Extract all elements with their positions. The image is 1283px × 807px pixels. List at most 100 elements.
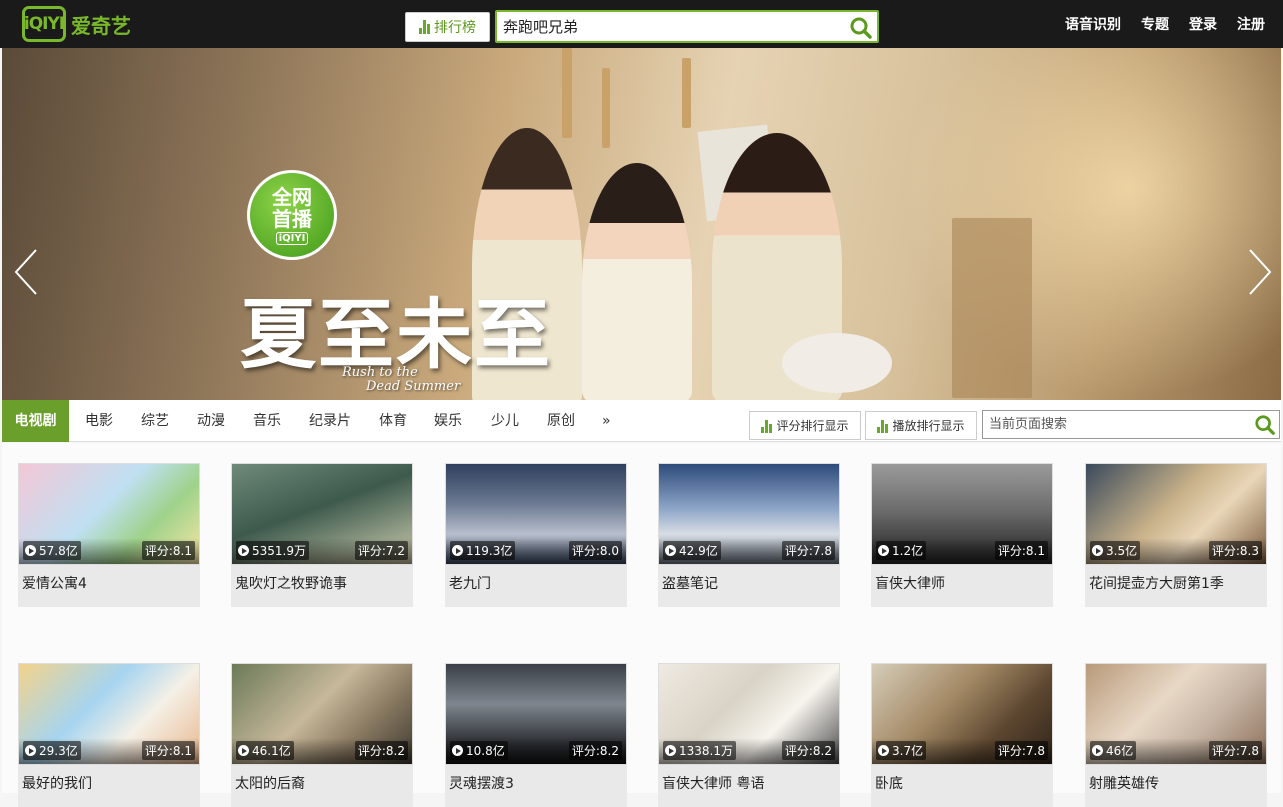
page-search-box bbox=[982, 410, 1280, 439]
play-count: 5351.9万 bbox=[236, 541, 309, 560]
login-link[interactable]: 登录 bbox=[1189, 14, 1217, 34]
play-icon bbox=[25, 745, 36, 756]
rating-sort-button[interactable]: 评分排行显示 bbox=[749, 411, 861, 440]
show-thumbnail: 1.2亿 评分:8.1 bbox=[871, 463, 1053, 565]
tab-kids[interactable]: 少儿 bbox=[491, 400, 519, 442]
badge-line1: 全网 bbox=[272, 184, 312, 209]
chevron-left-icon[interactable] bbox=[14, 248, 38, 296]
play-count: 119.3亿 bbox=[450, 541, 516, 560]
show-thumbnail: 5351.9万 评分:7.2 bbox=[231, 463, 413, 565]
show-card[interactable]: 5351.9万 评分:7.2 鬼吹灯之牧野诡事 bbox=[231, 463, 413, 607]
show-card[interactable]: 29.3亿 评分:8.1 最好的我们 bbox=[18, 663, 200, 807]
rating-badge: 评分:7.2 bbox=[354, 541, 408, 560]
easel-decor bbox=[682, 58, 691, 128]
tab-documentary[interactable]: 纪录片 bbox=[309, 400, 351, 442]
play-icon bbox=[238, 745, 249, 756]
play-sort-button[interactable]: 播放排行显示 bbox=[865, 411, 977, 440]
logo-text: 爱奇艺 bbox=[71, 13, 131, 38]
show-card[interactable]: 46.1亿 评分:8.2 太阳的后裔 bbox=[231, 663, 413, 807]
show-card[interactable]: 42.9亿 评分:7.8 盗墓笔记 bbox=[658, 463, 840, 607]
easel-decor bbox=[562, 48, 572, 138]
rating-badge: 评分:8.3 bbox=[1208, 541, 1262, 560]
play-icon bbox=[878, 545, 889, 556]
show-card[interactable]: 1.2亿 评分:8.1 盲侠大律师 bbox=[871, 463, 1053, 607]
register-link[interactable]: 注册 bbox=[1237, 14, 1265, 34]
show-title[interactable]: 灵魂摆渡3 bbox=[445, 765, 627, 807]
rating-badge: 评分:7.8 bbox=[781, 541, 835, 560]
show-title[interactable]: 花间提壶方大厨第1季 bbox=[1085, 565, 1267, 607]
tab-anime[interactable]: 动漫 bbox=[197, 400, 225, 442]
page-search-input[interactable] bbox=[983, 411, 1243, 438]
show-card[interactable]: 46亿 评分:7.8 射雕英雄传 bbox=[1085, 663, 1267, 807]
voice-recognition-link[interactable]: 语音识别 bbox=[1065, 14, 1121, 34]
easel-decor bbox=[952, 218, 1032, 398]
search-icon[interactable] bbox=[1254, 414, 1276, 436]
tab-original[interactable]: 原创 bbox=[547, 400, 575, 442]
show-title[interactable]: 鬼吹灯之牧野诡事 bbox=[231, 565, 413, 607]
rating-badge: 评分:8.2 bbox=[781, 741, 835, 760]
show-card[interactable]: 57.8亿 评分:8.1 爱情公寓4 bbox=[18, 463, 200, 607]
rating-badge: 评分:8.1 bbox=[141, 741, 195, 760]
bar-chart-icon bbox=[761, 419, 773, 433]
show-thumbnail: 29.3亿 评分:8.1 bbox=[18, 663, 200, 765]
tab-tv-series[interactable]: 电视剧 bbox=[2, 400, 69, 442]
show-title[interactable]: 盗墓笔记 bbox=[658, 565, 840, 607]
show-card[interactable]: 3.7亿 评分:7.8 卧底 bbox=[871, 663, 1053, 807]
tab-music[interactable]: 音乐 bbox=[253, 400, 281, 442]
rating-badge: 评分:8.0 bbox=[568, 541, 622, 560]
play-count: 46.1亿 bbox=[236, 741, 294, 760]
subtitle-line2: Dead Summer bbox=[366, 378, 461, 394]
play-count: 46亿 bbox=[1090, 741, 1137, 760]
show-card[interactable]: 10.8亿 评分:8.2 灵魂摆渡3 bbox=[445, 663, 627, 807]
bar-chart-icon bbox=[419, 20, 431, 34]
search-icon[interactable] bbox=[849, 16, 873, 40]
play-sort-label: 播放排行显示 bbox=[892, 419, 965, 433]
play-icon bbox=[25, 545, 36, 556]
top-search-input[interactable] bbox=[497, 12, 837, 41]
play-icon bbox=[878, 745, 889, 756]
show-card[interactable]: 119.3亿 评分:8.0 老九门 bbox=[445, 463, 627, 607]
tab-more[interactable]: » bbox=[602, 400, 611, 442]
show-thumbnail: 57.8亿 评分:8.1 bbox=[18, 463, 200, 565]
subtitle-line1: Rush to the bbox=[342, 365, 418, 380]
badge-mark: iQIYI bbox=[275, 231, 309, 245]
rankings-button[interactable]: 排行榜 bbox=[405, 12, 490, 42]
palette-decor bbox=[782, 333, 892, 393]
chevron-right-icon[interactable] bbox=[1248, 248, 1272, 296]
play-icon bbox=[1092, 745, 1103, 756]
rating-badge: 评分:7.8 bbox=[994, 741, 1048, 760]
play-count: 57.8亿 bbox=[23, 541, 81, 560]
show-thumbnail: 46亿 评分:7.8 bbox=[1085, 663, 1267, 765]
show-title[interactable]: 爱情公寓4 bbox=[18, 565, 200, 607]
show-title[interactable]: 盲侠大律师 bbox=[871, 565, 1053, 607]
play-count: 3.7亿 bbox=[876, 741, 927, 760]
iqiyi-logo[interactable]: iQIYI 爱奇艺 bbox=[22, 6, 131, 42]
play-icon bbox=[665, 545, 676, 556]
show-title[interactable]: 射雕英雄传 bbox=[1085, 765, 1267, 807]
show-title[interactable]: 卧底 bbox=[871, 765, 1053, 807]
rating-badge: 评分:8.2 bbox=[568, 741, 622, 760]
premiere-badge: 全网 首播 iQIYI bbox=[247, 170, 337, 260]
show-title[interactable]: 太阳的后裔 bbox=[231, 765, 413, 807]
play-count: 3.5亿 bbox=[1090, 541, 1141, 560]
tab-sports[interactable]: 体育 bbox=[379, 400, 407, 442]
show-title[interactable]: 最好的我们 bbox=[18, 765, 200, 807]
show-title[interactable]: 老九门 bbox=[445, 565, 627, 607]
rating-badge: 评分:7.8 bbox=[1208, 741, 1262, 760]
show-thumbnail: 3.7亿 评分:7.8 bbox=[871, 663, 1053, 765]
tab-entertainment[interactable]: 娱乐 bbox=[434, 400, 462, 442]
topics-link[interactable]: 专题 bbox=[1141, 14, 1169, 34]
rating-badge: 评分:8.2 bbox=[354, 741, 408, 760]
show-title[interactable]: 盲侠大律师 粤语 bbox=[658, 765, 840, 807]
rating-badge: 评分:8.1 bbox=[141, 541, 195, 560]
show-card[interactable]: 3.5亿 评分:8.3 花间提壶方大厨第1季 bbox=[1085, 463, 1267, 607]
play-icon bbox=[665, 745, 676, 756]
tab-movies[interactable]: 电影 bbox=[85, 400, 113, 442]
play-icon bbox=[452, 745, 463, 756]
top-search-box bbox=[495, 10, 879, 43]
show-card[interactable]: 1338.1万 评分:8.2 盲侠大律师 粤语 bbox=[658, 663, 840, 807]
play-count: 1.2亿 bbox=[876, 541, 927, 560]
tab-variety[interactable]: 综艺 bbox=[141, 400, 169, 442]
show-thumbnail: 10.8亿 评分:8.2 bbox=[445, 663, 627, 765]
hero-banner[interactable]: 全网 首播 iQIYI 夏至未至 Rush to the Dead Summer bbox=[2, 48, 1281, 400]
